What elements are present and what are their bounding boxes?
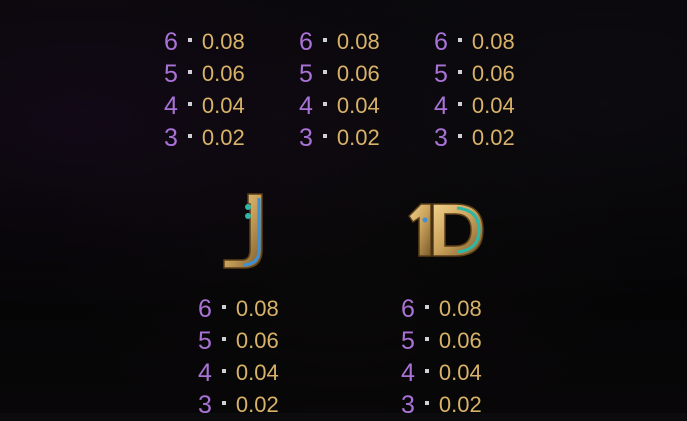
payout-value: 0.06 (336, 61, 380, 86)
symbol-count: 4 (198, 359, 212, 387)
symbol-count: 3 (434, 124, 448, 152)
separator-dot (457, 38, 462, 42)
symbol-count: 6 (164, 28, 178, 56)
separator-dot (424, 305, 429, 309)
symbol-count: 3 (164, 124, 178, 152)
payout-value: 0.08 (336, 29, 380, 54)
symbol-count: 6 (299, 28, 313, 56)
ten-symbol-icon (405, 198, 487, 262)
separator-dot (221, 369, 226, 373)
separator-dot (322, 134, 327, 138)
paytable-row: 4 0.04 (299, 90, 380, 122)
paytable-row: 6 0.08 (401, 293, 482, 325)
paytable-row: 3 0.02 (164, 122, 245, 154)
paytable-1: 6 0.08 5 0.06 4 0.04 3 0.02 (164, 26, 245, 154)
symbol-count: 5 (198, 327, 212, 355)
paytable-row: 3 0.02 (299, 122, 380, 154)
paytable-row: 4 0.04 (434, 90, 515, 122)
paytable-row: 5 0.06 (401, 325, 482, 357)
separator-dot (457, 134, 462, 138)
payout-value: 0.02 (471, 125, 515, 150)
symbol-count: 3 (401, 391, 415, 419)
paytable-row: 3 0.02 (198, 389, 279, 421)
paytable-row: 5 0.06 (164, 58, 245, 90)
paytable-row: 5 0.06 (434, 58, 515, 90)
symbol-count: 6 (198, 295, 212, 323)
paytable-page: 6 0.08 5 0.06 4 0.04 3 0.02 6 0.08 5 0.06 4 0.0… (0, 0, 687, 419)
payout-value: 0.08 (438, 296, 482, 321)
paytable-row: 3 0.02 (434, 122, 515, 154)
symbol-count: 5 (164, 60, 178, 88)
separator-dot (424, 401, 429, 405)
separator-dot (221, 401, 226, 405)
payout-value: 0.06 (471, 61, 515, 86)
payout-value: 0.08 (471, 29, 515, 54)
paytable-5: 6 0.08 5 0.06 4 0.04 3 0.02 (401, 293, 482, 421)
paytable-3: 6 0.08 5 0.06 4 0.04 3 0.02 (434, 26, 515, 154)
symbol-count: 4 (164, 92, 178, 120)
paytable-row: 3 0.02 (401, 389, 482, 421)
symbol-count: 3 (198, 391, 212, 419)
separator-dot (322, 70, 327, 74)
symbol-count: 6 (434, 28, 448, 56)
payout-value: 0.08 (201, 29, 245, 54)
symbol-count: 5 (299, 60, 313, 88)
paytable-row: 4 0.04 (198, 357, 279, 389)
payout-value: 0.06 (201, 61, 245, 86)
paytable-4: 6 0.08 5 0.06 4 0.04 3 0.02 (198, 293, 279, 421)
j-symbol-icon (218, 190, 266, 272)
separator-dot (322, 38, 327, 42)
paytable-row: 6 0.08 (198, 293, 279, 325)
paytable-row: 6 0.08 (434, 26, 515, 58)
separator-dot (187, 70, 192, 74)
separator-dot (187, 102, 192, 106)
paytable-row: 6 0.08 (299, 26, 380, 58)
separator-dot (457, 70, 462, 74)
payout-value: 0.02 (438, 392, 482, 417)
paytable-row: 5 0.06 (198, 325, 279, 357)
payout-value: 0.04 (471, 93, 515, 118)
separator-dot (187, 134, 192, 138)
symbol-count: 4 (401, 359, 415, 387)
separator-dot (424, 369, 429, 373)
paytable-row: 6 0.08 (164, 26, 245, 58)
symbol-count: 5 (434, 60, 448, 88)
paytable-2: 6 0.08 5 0.06 4 0.04 3 0.02 (299, 26, 380, 154)
payout-value: 0.06 (438, 328, 482, 353)
payout-value: 0.04 (438, 360, 482, 385)
symbol-count: 6 (401, 295, 415, 323)
separator-dot (221, 337, 226, 341)
symbol-count: 4 (299, 92, 313, 120)
separator-dot (424, 337, 429, 341)
paytable-row: 4 0.04 (164, 90, 245, 122)
payout-value: 0.02 (201, 125, 245, 150)
payout-value: 0.02 (235, 392, 279, 417)
symbol-count: 3 (299, 124, 313, 152)
payout-value: 0.06 (235, 328, 279, 353)
payout-value: 0.04 (235, 360, 279, 385)
paytable-row: 4 0.04 (401, 357, 482, 389)
payout-value: 0.04 (201, 93, 245, 118)
separator-dot (457, 102, 462, 106)
symbol-count: 4 (434, 92, 448, 120)
payout-value: 0.08 (235, 296, 279, 321)
payout-value: 0.04 (336, 93, 380, 118)
paytable-row: 5 0.06 (299, 58, 380, 90)
symbol-count: 5 (401, 327, 415, 355)
separator-dot (187, 38, 192, 42)
payout-value: 0.02 (336, 125, 380, 150)
separator-dot (322, 102, 327, 106)
separator-dot (221, 305, 226, 309)
